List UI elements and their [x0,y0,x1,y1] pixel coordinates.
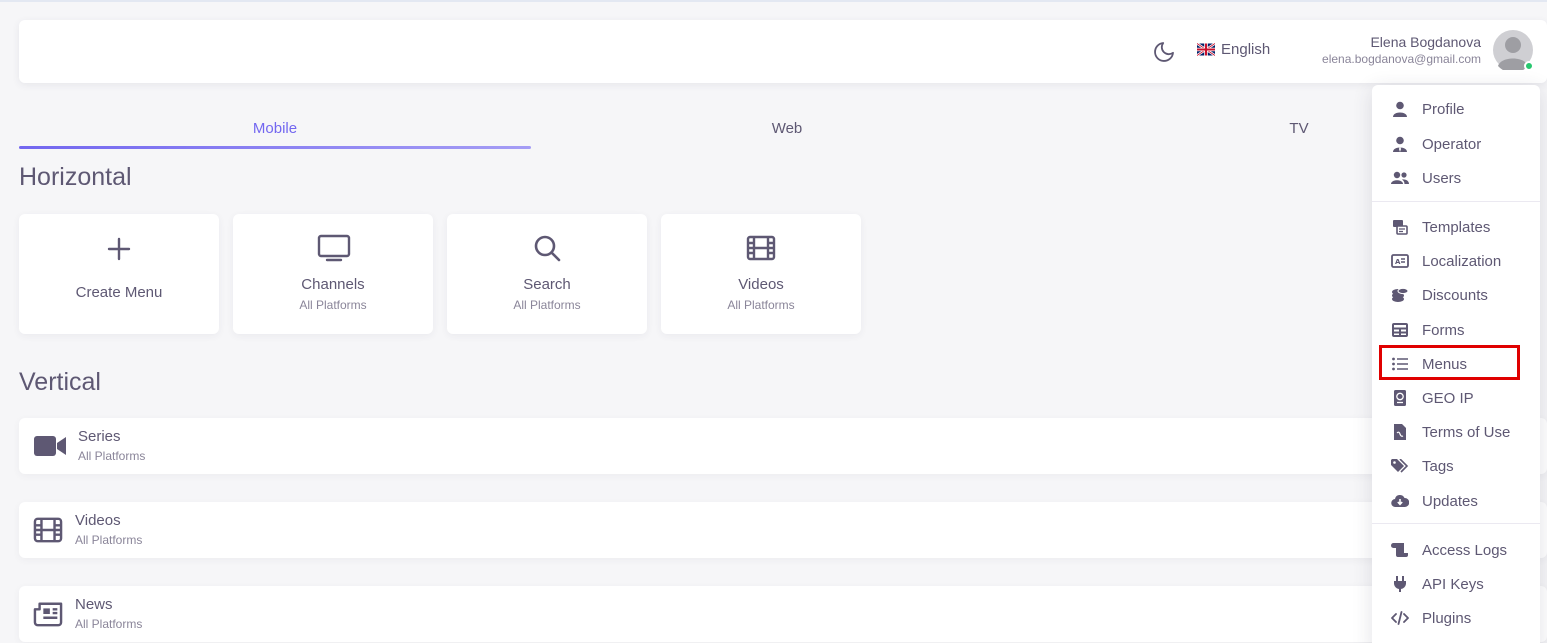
plug-icon [1390,575,1410,593]
user-icon [1390,100,1410,118]
templates-icon [1390,218,1410,236]
card-title: Channels [301,276,365,293]
dropdown-item-terms-of-use[interactable]: Terms of Use [1380,417,1532,447]
active-tab-indicator [19,146,531,149]
dropdown-item-label: Forms [1422,321,1465,339]
card-title: Videos [738,276,784,293]
dropdown-item-updates[interactable]: Updates [1380,486,1532,516]
document-icon [1390,423,1410,441]
tab-web[interactable]: Web [531,114,1043,150]
dropdown-item-label: Localization [1422,252,1502,270]
user-info[interactable]: Elena Bogdanova elena.bogdanova@gmail.co… [1322,33,1481,67]
users-icon [1390,169,1410,187]
dropdown-item-geo-ip[interactable]: GEO IP [1380,383,1532,413]
card-subtitle: All Platforms [727,298,795,312]
code-icon [1390,609,1410,627]
dropdown-item-label: Tags [1422,457,1454,475]
film-icon [33,516,65,544]
card-title: Create Menu [75,284,163,301]
passport-icon [1390,389,1410,407]
user-name: Elena Bogdanova [1370,34,1481,50]
dropdown-item-localization[interactable]: A Localization [1380,246,1532,276]
plus-icon [103,232,135,264]
table-icon [1390,321,1410,339]
row-subtitle: All Platforms [78,449,146,463]
card-title: Search [523,276,571,293]
card-subtitle: All Platforms [299,298,367,312]
dropdown-item-label: Updates [1422,492,1478,510]
monitor-icon [317,232,351,264]
news-row[interactable]: News All Platforms [19,586,1547,642]
dropdown-item-label: Profile [1422,100,1465,118]
search-card[interactable]: Search All Platforms [447,214,647,334]
moon-icon[interactable] [1152,40,1176,64]
svg-text:A: A [1395,258,1401,266]
newspaper-icon [33,600,65,628]
cloud-download-icon [1390,492,1410,510]
coins-icon [1390,286,1410,304]
top-navbar: English Elena Bogdanova elena.bogdanova@… [19,20,1547,83]
dropdown-item-label: Access Logs [1422,541,1508,559]
dropdown-item-label: Operator [1422,135,1482,153]
dropdown-item-label: Templates [1422,218,1491,236]
section-title-vertical: Vertical [19,368,101,396]
dropdown-item-label: Users [1422,169,1462,187]
user-email: elena.bogdanova@gmail.com [1322,52,1481,66]
dropdown-divider [1372,201,1540,202]
dropdown-item-label: Plugins [1422,609,1472,627]
language-label: English [1221,41,1271,58]
dropdown-item-operator[interactable]: Operator [1380,129,1532,159]
row-title: News [75,596,113,613]
dropdown-item-tags[interactable]: Tags [1380,451,1532,481]
dropdown-item-plugins[interactable]: Plugins [1380,603,1532,633]
tab-mobile[interactable]: Mobile [19,114,531,150]
section-title-horizontal: Horizontal [19,163,132,191]
dropdown-item-label: GEO IP [1422,389,1474,407]
card-subtitle: All Platforms [513,298,581,312]
language-selector[interactable]: English [1197,41,1270,58]
dropdown-item-users[interactable]: Users [1380,163,1532,193]
dropdown-item-access-logs[interactable]: Access Logs [1380,535,1532,565]
film-icon [745,232,777,264]
tags-icon [1390,457,1410,475]
search-icon [531,232,563,264]
channels-card[interactable]: Channels All Platforms [233,214,433,334]
dropdown-item-forms[interactable]: Forms [1380,315,1532,345]
operator-icon [1390,135,1410,153]
dropdown-item-discounts[interactable]: Discounts [1380,280,1532,310]
online-status-dot [1524,61,1534,71]
video-camera-icon [33,432,66,460]
dropdown-divider [1372,523,1540,524]
dropdown-item-profile[interactable]: Profile [1380,94,1532,124]
uk-flag-icon [1197,43,1215,56]
row-title: Videos [75,512,121,529]
scroll-icon [1390,541,1410,559]
dropdown-item-label: Terms of Use [1422,423,1511,441]
series-row[interactable]: Series All Platforms [19,418,1547,474]
row-title: Series [78,428,121,445]
dropdown-item-api-keys[interactable]: API Keys [1380,569,1532,599]
localization-icon: A [1390,252,1410,270]
dropdown-item-templates[interactable]: Templates [1380,212,1532,242]
row-subtitle: All Platforms [75,533,143,547]
platform-tabs: Mobile Web TV [19,114,1547,150]
row-subtitle: All Platforms [75,617,143,631]
dropdown-item-label: API Keys [1422,575,1484,593]
menus-highlight-box [1379,345,1520,380]
dropdown-item-label: Discounts [1422,286,1488,304]
videos-row[interactable]: Videos All Platforms [19,502,1547,558]
videos-card[interactable]: Videos All Platforms [661,214,861,334]
create-menu-card[interactable]: Create Menu [19,214,219,334]
